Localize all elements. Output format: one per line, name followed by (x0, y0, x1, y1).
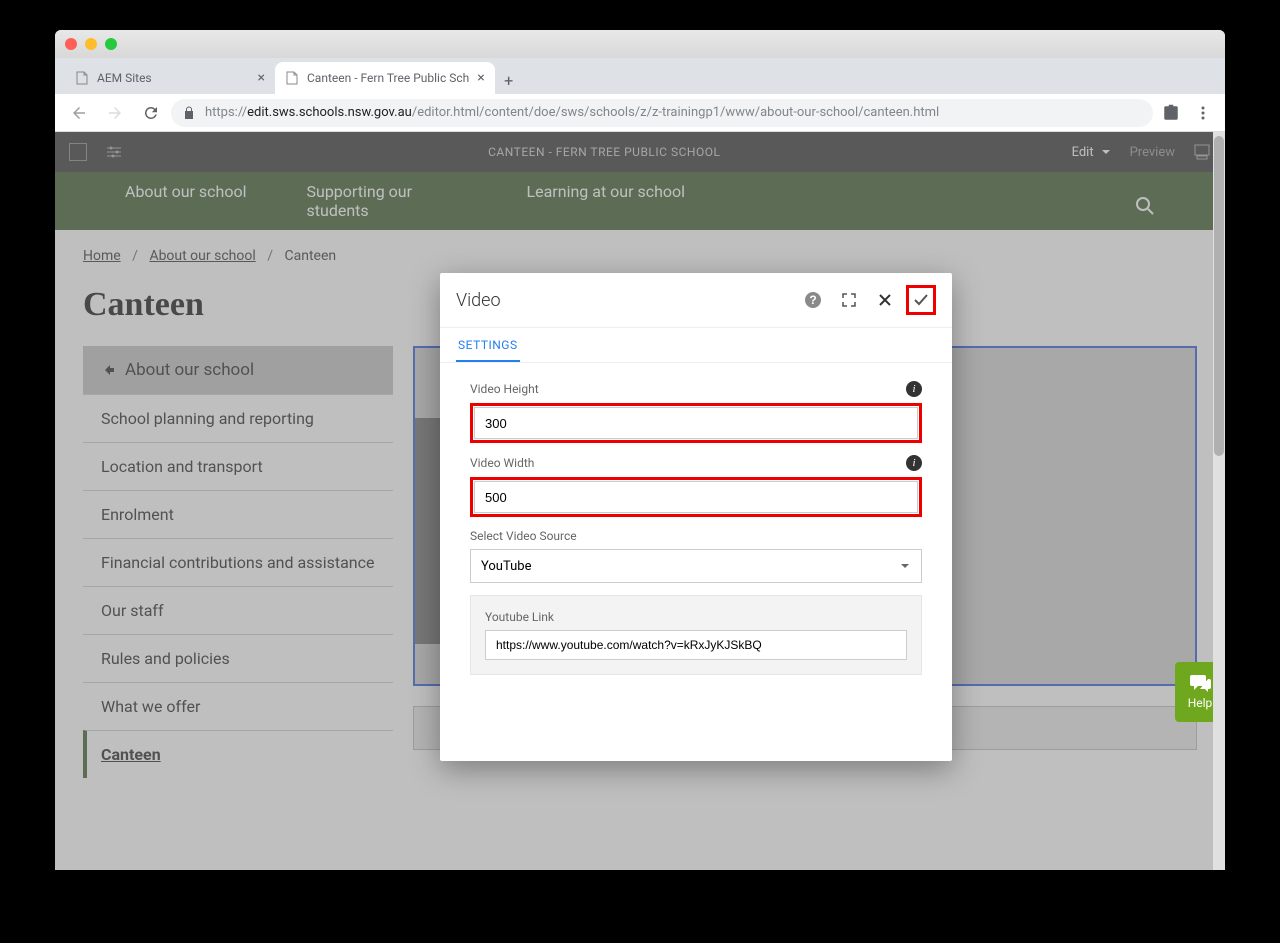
close-tab-icon[interactable]: × (258, 70, 265, 86)
video-height-input[interactable] (474, 407, 918, 439)
scrollbar[interactable] (1213, 132, 1225, 870)
browser-menu-icon[interactable] (1189, 99, 1217, 127)
browser-tab-active[interactable]: Canteen - Fern Tree Public Sch × (275, 62, 495, 94)
window-controls (65, 38, 117, 50)
fullscreen-icon[interactable] (834, 285, 864, 315)
tab-title: AEM Sites (97, 71, 152, 85)
close-icon[interactable] (870, 285, 900, 315)
dialog-header: Video ? (440, 273, 952, 328)
mac-titlebar (55, 30, 1225, 58)
youtube-link-label: Youtube Link (485, 610, 907, 624)
help-icon[interactable]: ? (798, 285, 828, 315)
dialog-title: Video (456, 290, 501, 311)
video-source-label: Select Video Source (470, 529, 922, 543)
url-field[interactable]: https://edit.sws.schools.nsw.gov.au/edit… (171, 99, 1153, 127)
youtube-link-group: Youtube Link (470, 595, 922, 675)
select-value: YouTube (481, 559, 532, 574)
video-source-select[interactable]: YouTube (470, 549, 922, 583)
chevron-down-icon (899, 560, 911, 572)
tab-settings[interactable]: SETTINGS (456, 328, 520, 362)
info-icon[interactable]: i (906, 381, 922, 397)
confirm-button[interactable] (906, 285, 936, 315)
highlighted-field (470, 477, 922, 517)
extension-icon[interactable] (1157, 99, 1185, 127)
dialog-actions: ? (798, 285, 936, 315)
new-tab-button[interactable]: + (495, 66, 523, 94)
close-tab-icon[interactable]: × (477, 70, 484, 86)
browser-tab[interactable]: AEM Sites × (65, 62, 275, 94)
youtube-link-input[interactable] (485, 630, 907, 660)
lock-icon (183, 106, 197, 120)
close-window-button[interactable] (65, 38, 77, 50)
back-button[interactable] (63, 97, 95, 129)
minimize-window-button[interactable] (85, 38, 97, 50)
chat-icon (1189, 674, 1211, 692)
video-height-label: Video Height i (470, 381, 922, 397)
help-label: Help (1188, 696, 1213, 710)
video-dialog: Video ? SETTINGS Video Height (440, 273, 952, 761)
address-bar: https://edit.sws.schools.nsw.gov.au/edit… (55, 94, 1225, 132)
tab-title: Canteen - Fern Tree Public Sch (307, 71, 469, 85)
page-icon (75, 71, 89, 85)
video-width-input[interactable] (474, 481, 918, 513)
url-text: https://edit.sws.schools.nsw.gov.au/edit… (205, 105, 939, 120)
browser-tabs-bar: AEM Sites × Canteen - Fern Tree Public S… (55, 58, 1225, 94)
reload-button[interactable] (135, 97, 167, 129)
forward-button[interactable] (99, 97, 131, 129)
svg-text:?: ? (809, 293, 816, 307)
dialog-body: Video Height i Video Width i Select Vide… (440, 363, 952, 687)
page-icon (285, 71, 299, 85)
maximize-window-button[interactable] (105, 38, 117, 50)
video-width-label: Video Width i (470, 455, 922, 471)
scrollbar-thumb[interactable] (1214, 136, 1224, 456)
browser-window: AEM Sites × Canteen - Fern Tree Public S… (55, 30, 1225, 870)
highlighted-field (470, 403, 922, 443)
info-icon[interactable]: i (906, 455, 922, 471)
dialog-tabs: SETTINGS (440, 328, 952, 363)
